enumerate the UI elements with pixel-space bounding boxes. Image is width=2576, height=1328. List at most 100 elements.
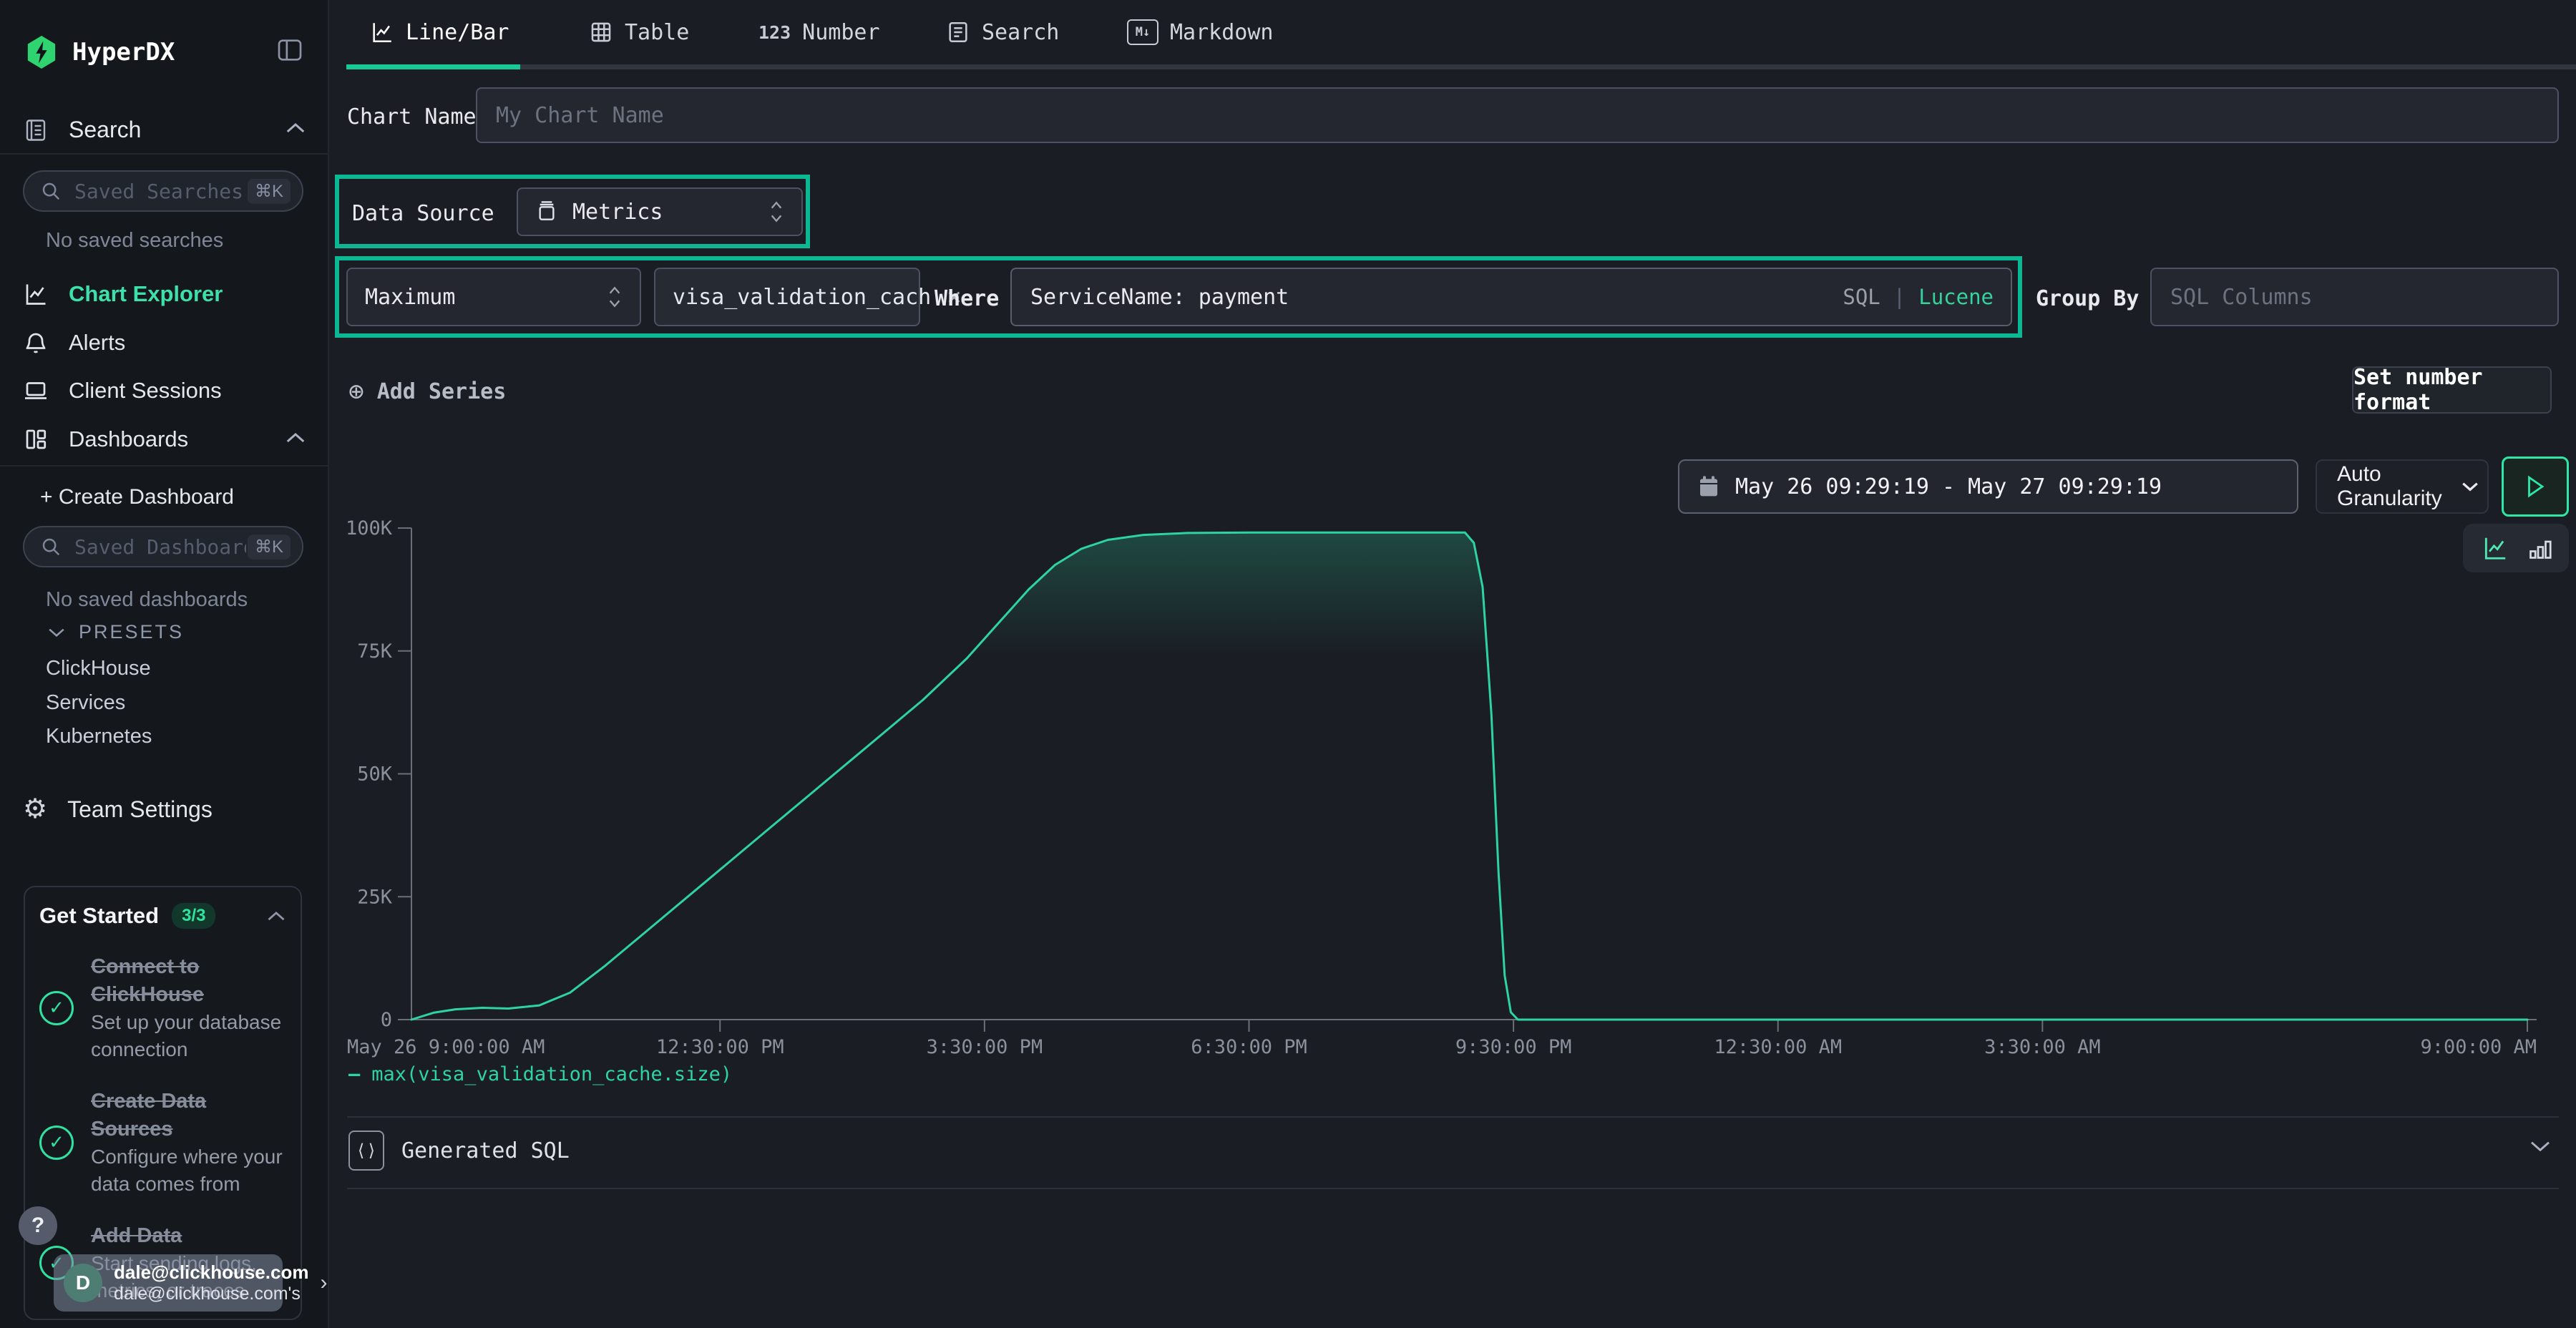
chevron-right-icon: › [320,1271,327,1295]
sidebar-item-label: Dashboards [69,426,188,452]
sidebar-item-label: Chart Explorer [69,281,223,307]
saved-dashboards-search[interactable]: ⌘K [23,526,303,567]
add-series-button[interactable]: ⊕ Add Series [348,377,506,406]
tab-number[interactable]: 123 Number [758,0,880,64]
hyperdx-logo-icon [25,34,58,70]
sidebar-section-dashboards[interactable]: Dashboards [23,426,188,452]
help-button[interactable]: ? [19,1206,57,1245]
sidebar-item-label: Client Sessions [69,378,222,404]
sidebar-item-clickhouse[interactable]: ClickHouse [46,657,151,680]
search-section-icon [23,117,49,143]
query-language-toggle: SQL | Lucene [1843,285,1994,309]
svg-text:3:30:00 PM: 3:30:00 PM [927,1036,1043,1058]
chevron-down-icon [47,627,66,638]
saved-dashboards-input[interactable] [73,534,248,560]
get-started-item-title: Create Data Sources [91,1090,206,1141]
chevron-up-icon[interactable] [266,910,286,922]
svg-text:0: 0 [381,1009,392,1031]
chart-explorer-icon [23,281,49,307]
tab-line-bar[interactable]: Line/Bar [370,0,509,64]
tab-markdown[interactable]: M↓ Markdown [1127,0,1274,64]
sidebar-item-team-settings[interactable]: ⚙ Team Settings [23,796,213,823]
data-source-value: Metrics [572,200,663,225]
svg-text:25K: 25K [357,886,393,908]
divider [0,153,328,155]
svg-text:6:30:00 PM: 6:30:00 PM [1191,1036,1307,1058]
sidebar: HyperDX Search ⌘K No saved searches [0,0,329,1328]
divider [347,1188,2559,1189]
sidebar-item-services[interactable]: Services [46,691,125,715]
set-number-format-button[interactable]: Set number format [2352,366,2552,414]
where-label: Where [935,286,999,311]
get-started-item[interactable]: ✓ Create Data Sources Configure where yo… [39,1088,286,1198]
generated-sql-label: Generated SQL [401,1138,570,1163]
presets-toggle[interactable]: PRESETS [47,621,184,643]
where-filter: SQL | Lucene [1010,268,2012,326]
data-source-select[interactable]: Metrics [517,187,803,236]
metric-tag[interactable]: visa_validation_cach × [654,268,920,326]
laptop-icon [23,378,49,404]
sidebar-section-search[interactable]: Search [23,117,141,143]
chart-name-input[interactable] [476,87,2559,143]
toggle-separator: | [1893,285,1906,309]
calendar-icon [1698,475,1719,498]
sql-toggle[interactable]: SQL [1843,285,1880,309]
get-started-item-title: Connect to ClickHouse [91,955,204,1006]
active-tab-indicator [346,64,520,69]
group-by-label: Group By [2036,286,2140,311]
svg-text:3:30:00 AM: 3:30:00 AM [1984,1036,2101,1058]
dashboards-icon [23,426,49,452]
sidebar-item-label: Alerts [69,330,125,356]
get-started-title: Get Started [39,903,159,929]
lucene-toggle[interactable]: Lucene [1918,285,1994,309]
create-dashboard-label: + Create Dashboard [40,485,234,509]
svg-text:100K: 100K [346,517,393,540]
divider [0,465,328,467]
add-series-label: Add Series [377,379,507,404]
tab-label: Table [625,20,689,45]
svg-text:75K: 75K [357,640,393,663]
chart-svg[interactable]: 100K75K50K25K0May 26 9:00:00 AM12:30:00 … [329,501,2576,1102]
search-icon [40,536,62,557]
divider [347,1116,2559,1118]
collapse-sidebar-icon[interactable] [275,36,304,64]
data-source-label: Data Source [352,201,494,226]
sidebar-item-client-sessions[interactable]: Client Sessions [23,378,222,404]
sidebar-item-kubernetes[interactable]: Kubernetes [46,725,152,748]
saved-searches-input[interactable] [73,179,248,204]
search-doc-icon [946,20,970,44]
gear-icon: ⚙ [23,796,47,823]
user-email: dale@clickhouse.com [114,1261,308,1283]
app-window: HyperDX Search ⌘K No saved searches [0,0,2576,1328]
chart-type-tabbar: Line/Bar Table 123 Number Search M↓ Mark… [329,0,2576,69]
tab-search[interactable]: Search [946,0,1059,64]
chevron-down-icon[interactable] [2529,1139,2552,1153]
sidebar-item-chart-explorer[interactable]: Chart Explorer [23,281,223,307]
svg-text:12:30:00 PM: 12:30:00 PM [656,1036,784,1058]
get-started-item-subtitle: Set up your database connection [91,1011,281,1060]
shortcut-badge: ⌘K [248,534,291,560]
presets-label: PRESETS [79,621,184,643]
tab-label: Number [802,20,879,45]
generated-sql-toggle[interactable]: ⟨⟩ Generated SQL [348,1131,570,1171]
chevron-up-icon[interactable] [285,431,306,444]
tab-table[interactable]: Table [589,0,689,64]
plus-circle-icon: ⊕ [348,377,364,406]
team-settings-label: Team Settings [67,796,213,823]
logo[interactable]: HyperDX [25,34,175,70]
chevron-down-icon [2461,481,2479,492]
where-input[interactable] [1029,284,1843,311]
saved-searches-search[interactable]: ⌘K [23,170,303,212]
line-chart-icon [370,20,394,44]
sidebar-item-alerts[interactable]: Alerts [23,330,125,356]
svg-text:50K: 50K [357,763,393,786]
get-started-item-title: Add Data [91,1224,182,1247]
chevron-up-icon[interactable] [285,122,306,135]
aggregation-select[interactable]: Maximum [346,268,641,326]
select-caret-icon [769,200,784,224]
group-by-input[interactable] [2150,268,2559,326]
user-menu[interactable]: D dale@clickhouse.com dale@clickhouse.co… [54,1254,283,1312]
get-started-item[interactable]: ✓ Connect to ClickHouse Set up your data… [39,953,286,1063]
create-dashboard-button[interactable]: + Create Dashboard [40,485,234,509]
svg-text:9:30:00 PM: 9:30:00 PM [1455,1036,1572,1058]
